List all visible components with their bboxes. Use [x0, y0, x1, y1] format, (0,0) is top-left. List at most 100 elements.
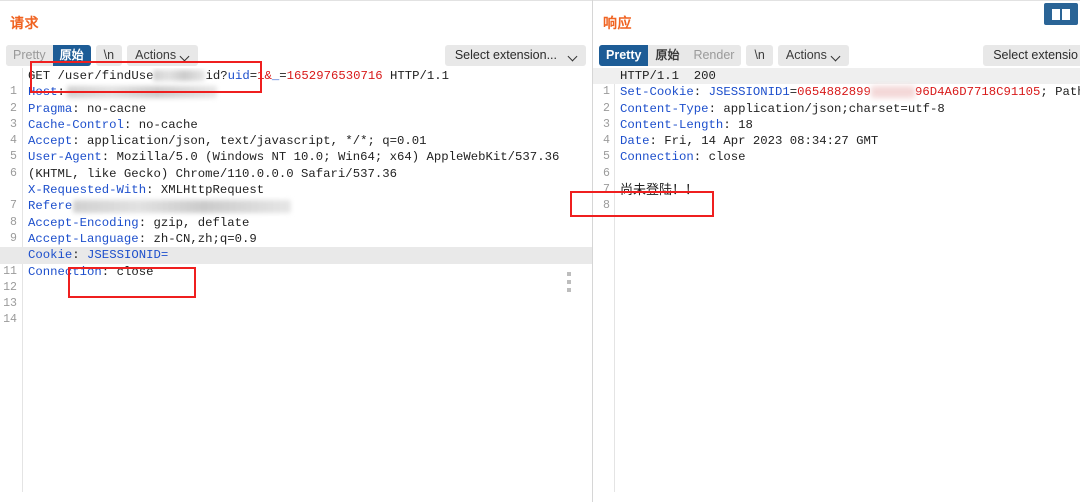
- code-line: 10 Accept-Language: zh-CN,zh;q=0.9: [0, 231, 592, 261]
- header-value: 18: [730, 117, 753, 132]
- code-line: 4 Content-Length: 18: [593, 117, 1080, 147]
- header-colon: :: [138, 231, 147, 246]
- code-line: 7: [593, 166, 1080, 196]
- code-line: 8 Refere: [0, 198, 592, 229]
- request-view-mode-group: Pretty 原始: [6, 44, 91, 66]
- inline-drag-handle[interactable]: [567, 272, 572, 296]
- tab-response-render[interactable]: Render: [686, 44, 742, 66]
- header-name: Accept-Encoding: [28, 215, 139, 230]
- split-view-icon[interactable]: [1044, 3, 1078, 25]
- code-line-text: Connection: close: [28, 264, 153, 280]
- header-colon: :: [57, 85, 65, 100]
- code-line-text: (KHTML, like Gecko) Chrome/110.0.0.0 Saf…: [28, 166, 397, 181]
- header-value: Fri, 14 Apr 2023 08:34:27 GMT: [656, 134, 879, 149]
- header-name: Accept-Language: [28, 231, 139, 246]
- request-param-value: 1&: [257, 69, 272, 83]
- response-toolbar: Pretty 原始 Render \n Actions Select exten…: [599, 44, 1080, 66]
- request-select-extension-dropdown[interactable]: Select extension...: [444, 44, 586, 66]
- code-line-text: Accept-Language: zh-CN,zh;q=0.9: [28, 231, 257, 247]
- request-code-area[interactable]: 1 GET /user/findUse id?uid=1&_=1652976530…: [0, 68, 592, 502]
- header-name: Set-Cookie: [620, 85, 694, 100]
- header-name: Accept: [28, 134, 73, 149]
- response-select-extension-label: Select extensio: [993, 48, 1078, 62]
- code-line-text: User-Agent: Mozilla/5.0 (Windows NT 10.0…: [28, 149, 559, 165]
- redaction-block: [153, 70, 206, 82]
- header-value: XMLHttpRequest: [153, 183, 265, 198]
- button-request-actions[interactable]: Actions: [127, 44, 199, 66]
- code-line: 2 Set-Cookie: JSESSIONID1=0654882899 96D4…: [593, 84, 1080, 114]
- request-line-text: GET /user/findUse id?uid=1&_=165297653071…: [28, 68, 449, 84]
- panel-top-divider: [593, 0, 1080, 1]
- header-value: close: [701, 150, 746, 165]
- code-line-text: Accept-Encoding: gzip, deflate: [28, 215, 249, 231]
- header-value: close: [109, 264, 154, 279]
- code-line: 12 Connection: close: [0, 264, 592, 294]
- code-line: 14: [0, 296, 592, 326]
- tab-request-raw[interactable]: 原始: [52, 44, 91, 66]
- code-line-text: Refere: [28, 198, 292, 214]
- tab-request-pretty[interactable]: Pretty: [6, 44, 53, 66]
- header-name: Content-Length: [620, 117, 724, 132]
- response-panel: 响应 Pretty 原始 Render \n Actions Select ex…: [570, 0, 1080, 502]
- code-line-text: Cache-Control: no-cache: [28, 117, 198, 133]
- header-name: Cookie: [28, 248, 73, 263]
- line-number: 14: [3, 313, 17, 327]
- response-body-text: 尚未登陆！！: [620, 182, 699, 198]
- request-path-suffix: id?: [205, 69, 228, 83]
- request-method: GET: [28, 69, 51, 83]
- header-value: application/json;charset=utf-8: [715, 101, 945, 116]
- header-colon: :: [72, 134, 80, 149]
- header-colon: :: [72, 101, 80, 116]
- set-cookie-value-start: 0654882899: [797, 85, 871, 100]
- header-name: Pragma: [28, 101, 73, 116]
- request-toolbar: Pretty 原始 \n Actions Select extension...: [6, 44, 586, 66]
- chevron-down-icon: [569, 52, 578, 61]
- header-value: no-cacne: [79, 101, 147, 116]
- code-line: 6 User-Agent: Mozilla/5.0 (Windows NT 10…: [0, 149, 592, 179]
- burp-repeater-window: 请求 Pretty 原始 \n Actions Select extension…: [0, 0, 1080, 502]
- tab-response-pretty[interactable]: Pretty: [599, 44, 649, 66]
- redaction-block: [73, 199, 292, 213]
- code-line-text: Content-Type: application/json;charset=u…: [620, 101, 945, 117]
- code-line-text: Content-Length: 18: [620, 117, 753, 133]
- response-code-area[interactable]: 1 HTTP/1.1 200 2 Set-Cookie: JSESSIONID1…: [593, 68, 1080, 502]
- code-line: 5 Date: Fri, 14 Apr 2023 08:34:27 GMT: [593, 133, 1080, 163]
- header-value: application/json, text/javascript, */*; …: [79, 134, 427, 149]
- code-line: 6 Connection: close: [593, 149, 1080, 179]
- button-response-actions[interactable]: Actions: [777, 44, 849, 66]
- code-line: 13: [0, 280, 592, 310]
- response-select-extension-dropdown[interactable]: Select extensio: [983, 44, 1080, 66]
- redaction-block: [870, 86, 915, 99]
- code-line-text: Pragma: no-cacne: [28, 101, 146, 117]
- code-line-text: Set-Cookie: JSESSIONID1=0654882899 96D4A6…: [620, 84, 1080, 100]
- code-line: 3 Content-Type: application/json;charset…: [593, 101, 1080, 131]
- split-pane-left: [1052, 8, 1060, 20]
- code-line: 3 Pragma: no-cacne: [0, 101, 592, 131]
- code-line-text: Cookie: JSESSIONID=: [28, 247, 168, 263]
- header-name: Content-Type: [620, 101, 709, 116]
- header-name: Connection: [28, 264, 102, 279]
- button-request-newline[interactable]: \n: [95, 44, 123, 66]
- code-line-cookie[interactable]: 11 Cookie: JSESSIONID=: [0, 247, 592, 278]
- response-status-line: HTTP/1.1 200: [620, 69, 716, 83]
- code-line: 5 Accept: application/json, text/javascr…: [0, 133, 592, 163]
- tab-response-raw[interactable]: 原始: [648, 44, 687, 66]
- request-param2-eq: =: [279, 69, 287, 83]
- code-line-text: Connection: close: [620, 149, 745, 165]
- button-response-newline[interactable]: \n: [746, 44, 773, 66]
- header-name: Connection: [620, 150, 694, 165]
- header-value: zh-CN,zh;q=0.9: [146, 231, 257, 246]
- response-actions-label: Actions: [785, 47, 827, 62]
- code-line-wrapped: (KHTML, like Gecko) Chrome/110.0.0.0 Saf…: [0, 166, 592, 182]
- request-actions-label: Actions: [135, 47, 177, 62]
- code-line: 1 HTTP/1.1 200: [593, 68, 1080, 98]
- response-panel-title: 响应: [603, 15, 632, 31]
- header-name: Host: [28, 85, 58, 100]
- header-name: X-Requested-With: [28, 183, 147, 198]
- code-line: 7 X-Requested-With: XMLHttpRequest: [0, 182, 592, 212]
- code-line: 1 GET /user/findUse id?uid=1&_=1652976530…: [0, 68, 592, 98]
- code-line-text: Accept: application/json, text/javascrip…: [28, 133, 427, 149]
- request-panel-title: 请求: [10, 15, 39, 31]
- request-panel: 请求 Pretty 原始 \n Actions Select extension…: [0, 0, 593, 502]
- redaction-block: [66, 86, 217, 99]
